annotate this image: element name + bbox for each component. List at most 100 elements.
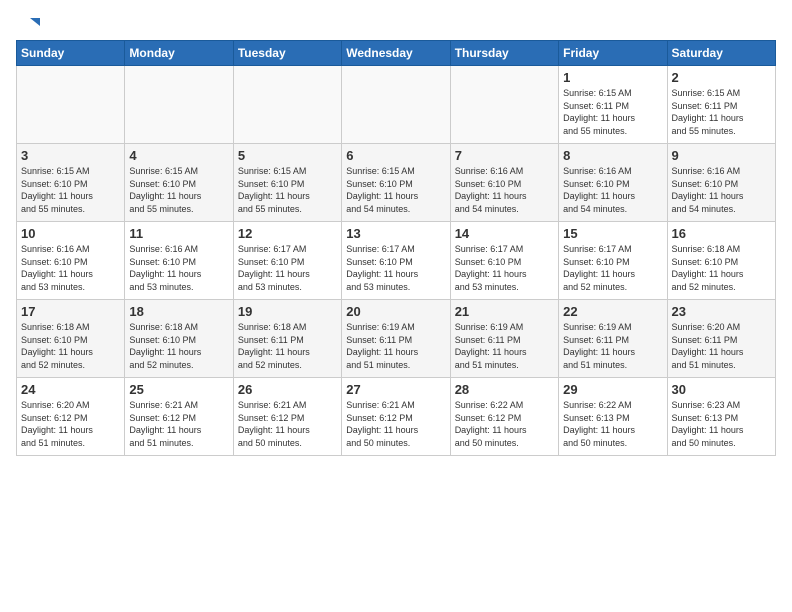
day-number: 23	[672, 304, 771, 319]
calendar-cell: 19 Sunrise: 6:18 AM Sunset: 6:11 PM Dayli…	[233, 300, 341, 378]
calendar-week-3: 10 Sunrise: 6:16 AM Sunset: 6:10 PM Dayli…	[17, 222, 776, 300]
day-number: 14	[455, 226, 554, 241]
day-number: 4	[129, 148, 228, 163]
day-info: Sunrise: 6:20 AM Sunset: 6:11 PM Dayligh…	[672, 321, 771, 371]
calendar-cell: 30 Sunrise: 6:23 AM Sunset: 6:13 PM Dayli…	[667, 378, 775, 456]
calendar-cell	[450, 66, 558, 144]
calendar-cell: 11 Sunrise: 6:16 AM Sunset: 6:10 PM Dayli…	[125, 222, 233, 300]
weekday-header-monday: Monday	[125, 41, 233, 66]
calendar-week-1: 1 Sunrise: 6:15 AM Sunset: 6:11 PM Daylig…	[17, 66, 776, 144]
weekday-header-thursday: Thursday	[450, 41, 558, 66]
day-info: Sunrise: 6:20 AM Sunset: 6:12 PM Dayligh…	[21, 399, 120, 449]
calendar-week-4: 17 Sunrise: 6:18 AM Sunset: 6:10 PM Dayli…	[17, 300, 776, 378]
day-info: Sunrise: 6:18 AM Sunset: 6:10 PM Dayligh…	[129, 321, 228, 371]
day-number: 27	[346, 382, 445, 397]
calendar-cell: 29 Sunrise: 6:22 AM Sunset: 6:13 PM Dayli…	[559, 378, 667, 456]
day-number: 21	[455, 304, 554, 319]
calendar-week-2: 3 Sunrise: 6:15 AM Sunset: 6:10 PM Daylig…	[17, 144, 776, 222]
day-info: Sunrise: 6:17 AM Sunset: 6:10 PM Dayligh…	[455, 243, 554, 293]
day-info: Sunrise: 6:16 AM Sunset: 6:10 PM Dayligh…	[129, 243, 228, 293]
day-info: Sunrise: 6:16 AM Sunset: 6:10 PM Dayligh…	[21, 243, 120, 293]
calendar-cell	[342, 66, 450, 144]
calendar-cell	[125, 66, 233, 144]
day-number: 10	[21, 226, 120, 241]
day-info: Sunrise: 6:19 AM Sunset: 6:11 PM Dayligh…	[563, 321, 662, 371]
calendar-cell: 22 Sunrise: 6:19 AM Sunset: 6:11 PM Dayli…	[559, 300, 667, 378]
day-info: Sunrise: 6:17 AM Sunset: 6:10 PM Dayligh…	[563, 243, 662, 293]
calendar-cell: 5 Sunrise: 6:15 AM Sunset: 6:10 PM Daylig…	[233, 144, 341, 222]
day-number: 16	[672, 226, 771, 241]
day-number: 13	[346, 226, 445, 241]
day-number: 22	[563, 304, 662, 319]
day-number: 7	[455, 148, 554, 163]
day-info: Sunrise: 6:21 AM Sunset: 6:12 PM Dayligh…	[238, 399, 337, 449]
logo-icon	[18, 16, 40, 38]
calendar-cell: 20Sunrise: 6:19 AM Sunset: 6:11 PM Dayli…	[342, 300, 450, 378]
header	[16, 16, 776, 32]
day-info: Sunrise: 6:17 AM Sunset: 6:10 PM Dayligh…	[346, 243, 445, 293]
calendar-cell: 8 Sunrise: 6:16 AM Sunset: 6:10 PM Daylig…	[559, 144, 667, 222]
day-number: 28	[455, 382, 554, 397]
day-number: 26	[238, 382, 337, 397]
day-number: 8	[563, 148, 662, 163]
day-info: Sunrise: 6:22 AM Sunset: 6:13 PM Dayligh…	[563, 399, 662, 449]
day-info: Sunrise: 6:21 AM Sunset: 6:12 PM Dayligh…	[129, 399, 228, 449]
calendar-cell: 16 Sunrise: 6:18 AM Sunset: 6:10 PM Dayli…	[667, 222, 775, 300]
day-number: 2	[672, 70, 771, 85]
weekday-header-friday: Friday	[559, 41, 667, 66]
logo	[16, 16, 40, 32]
day-info: Sunrise: 6:18 AM Sunset: 6:10 PM Dayligh…	[21, 321, 120, 371]
calendar-cell: 25 Sunrise: 6:21 AM Sunset: 6:12 PM Dayli…	[125, 378, 233, 456]
day-number: 25	[129, 382, 228, 397]
calendar-cell: 28 Sunrise: 6:22 AM Sunset: 6:12 PM Dayli…	[450, 378, 558, 456]
weekday-header-saturday: Saturday	[667, 41, 775, 66]
calendar-cell: 27 Sunrise: 6:21 AM Sunset: 6:12 PM Dayli…	[342, 378, 450, 456]
day-info: Sunrise: 6:18 AM Sunset: 6:11 PM Dayligh…	[238, 321, 337, 371]
day-info: Sunrise: 6:15 AM Sunset: 6:10 PM Dayligh…	[129, 165, 228, 215]
day-number: 29	[563, 382, 662, 397]
page: SundayMondayTuesdayWednesdayThursdayFrid…	[0, 0, 792, 464]
calendar-table: SundayMondayTuesdayWednesdayThursdayFrid…	[16, 40, 776, 456]
day-number: 5	[238, 148, 337, 163]
calendar-cell: 4 Sunrise: 6:15 AM Sunset: 6:10 PM Daylig…	[125, 144, 233, 222]
day-number: 17	[21, 304, 120, 319]
day-info: Sunrise: 6:23 AM Sunset: 6:13 PM Dayligh…	[672, 399, 771, 449]
day-number: 6	[346, 148, 445, 163]
calendar-cell: 2 Sunrise: 6:15 AM Sunset: 6:11 PM Daylig…	[667, 66, 775, 144]
calendar-cell: 15Sunrise: 6:17 AM Sunset: 6:10 PM Dayli…	[559, 222, 667, 300]
day-number: 24	[21, 382, 120, 397]
day-number: 19	[238, 304, 337, 319]
day-info: Sunrise: 6:16 AM Sunset: 6:10 PM Dayligh…	[563, 165, 662, 215]
calendar-cell: 7 Sunrise: 6:16 AM Sunset: 6:10 PM Daylig…	[450, 144, 558, 222]
calendar-cell: 12Sunrise: 6:17 AM Sunset: 6:10 PM Dayli…	[233, 222, 341, 300]
day-info: Sunrise: 6:21 AM Sunset: 6:12 PM Dayligh…	[346, 399, 445, 449]
calendar-cell: 24 Sunrise: 6:20 AM Sunset: 6:12 PM Dayli…	[17, 378, 125, 456]
day-info: Sunrise: 6:22 AM Sunset: 6:12 PM Dayligh…	[455, 399, 554, 449]
day-number: 20	[346, 304, 445, 319]
calendar-cell: 14 Sunrise: 6:17 AM Sunset: 6:10 PM Dayli…	[450, 222, 558, 300]
day-number: 3	[21, 148, 120, 163]
day-info: Sunrise: 6:15 AM Sunset: 6:10 PM Dayligh…	[238, 165, 337, 215]
day-number: 11	[129, 226, 228, 241]
weekday-header-sunday: Sunday	[17, 41, 125, 66]
weekday-header-wednesday: Wednesday	[342, 41, 450, 66]
day-number: 1	[563, 70, 662, 85]
calendar-cell: 3 Sunrise: 6:15 AM Sunset: 6:10 PM Daylig…	[17, 144, 125, 222]
day-info: Sunrise: 6:16 AM Sunset: 6:10 PM Dayligh…	[455, 165, 554, 215]
day-number: 9	[672, 148, 771, 163]
calendar-cell: 18 Sunrise: 6:18 AM Sunset: 6:10 PM Dayli…	[125, 300, 233, 378]
calendar-cell: 26 Sunrise: 6:21 AM Sunset: 6:12 PM Dayli…	[233, 378, 341, 456]
day-number: 12	[238, 226, 337, 241]
day-info: Sunrise: 6:15 AM Sunset: 6:10 PM Dayligh…	[21, 165, 120, 215]
day-number: 18	[129, 304, 228, 319]
calendar-cell: 17 Sunrise: 6:18 AM Sunset: 6:10 PM Dayli…	[17, 300, 125, 378]
calendar-cell: 10 Sunrise: 6:16 AM Sunset: 6:10 PM Dayli…	[17, 222, 125, 300]
day-info: Sunrise: 6:18 AM Sunset: 6:10 PM Dayligh…	[672, 243, 771, 293]
calendar-week-5: 24 Sunrise: 6:20 AM Sunset: 6:12 PM Dayli…	[17, 378, 776, 456]
calendar-cell: 21Sunrise: 6:19 AM Sunset: 6:11 PM Dayli…	[450, 300, 558, 378]
day-info: Sunrise: 6:15 AM Sunset: 6:11 PM Dayligh…	[672, 87, 771, 137]
day-info: Sunrise: 6:16 AM Sunset: 6:10 PM Dayligh…	[672, 165, 771, 215]
calendar-cell: 6Sunrise: 6:15 AM Sunset: 6:10 PM Daylig…	[342, 144, 450, 222]
calendar-cell	[233, 66, 341, 144]
day-number: 30	[672, 382, 771, 397]
